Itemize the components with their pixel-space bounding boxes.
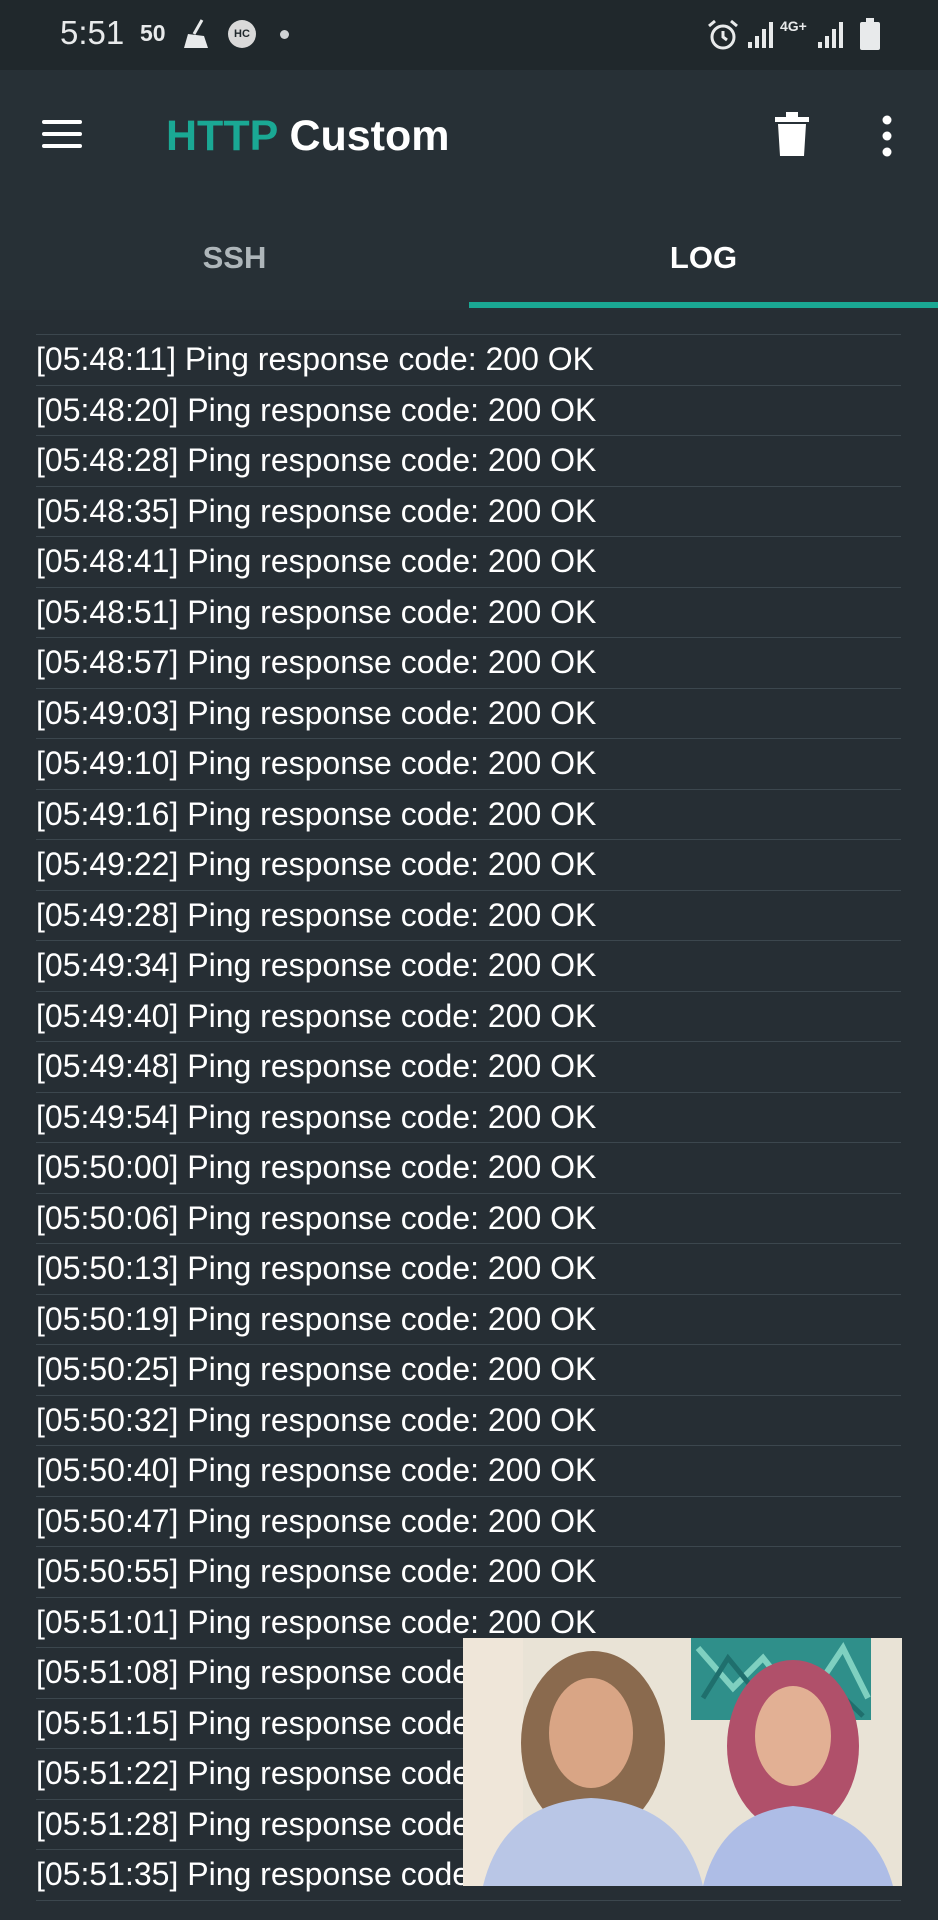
tab-log[interactable]: LOG [469,230,938,310]
active-tab-indicator [469,302,938,308]
alarm-icon [708,19,738,50]
log-row: [05:49:34] Ping response code: 200 OK [36,941,901,992]
log-row: [05:50:25] Ping response code: 200 OK [36,1345,901,1396]
log-row: [05:48:11] Ping response code: 200 OK [36,335,901,386]
network-type: 4G+ [780,18,807,34]
hc-badge-icon: HC [228,20,256,48]
log-row: [05:50:55] Ping response code: 200 OK [36,1547,901,1598]
log-row: [05:48:20] Ping response code: 200 OK [36,386,901,436]
notification-dot-icon [280,30,289,39]
log-row: [05:50:00] Ping response code: 200 OK [36,1143,901,1194]
log-row: [05:50:47] Ping response code: 200 OK [36,1497,901,1547]
log-row: [05:48:28] Ping response code: 200 OK [36,436,901,487]
signal-strength-icon [818,22,843,48]
app-title-accent: HTTP [166,112,278,160]
app-title: HTTP Custom [166,112,450,161]
app-title-rest: Custom [289,112,450,160]
status-indicator: 50 [140,20,166,46]
navigation-menu-button[interactable] [38,114,86,154]
cleaner-icon [184,19,208,48]
log-row: [05:48:35] Ping response code: 200 OK [36,487,901,537]
log-row: [05:50:19] Ping response code: 200 OK [36,1295,901,1345]
trash-icon[interactable] [772,110,812,158]
log-row: [05:48:57] Ping response code: 200 OK [36,638,901,689]
log-row: [05:49:40] Ping response code: 200 OK [36,992,901,1042]
log-row: [05:50:40] Ping response code: 200 OK [36,1446,901,1497]
log-row: [05:50:32] Ping response code: 200 OK [36,1396,901,1446]
tab-ssh[interactable]: SSH [0,230,469,310]
log-row: [05:48:51] Ping response code: 200 OK [36,588,901,638]
log-row: [05:49:54] Ping response code: 200 OK [36,1093,901,1143]
log-row: [05:49:16] Ping response code: 200 OK [36,790,901,840]
log-row: [05:49:48] Ping response code: 200 OK [36,1042,901,1093]
status-time: 5:51 [60,14,125,51]
status-bar: 5:51 50 HC 4G+ [0,0,938,70]
log-row: [05:50:06] Ping response code: 200 OK [36,1194,901,1244]
log-row: [05:50:13] Ping response code: 200 OK [36,1244,901,1295]
log-row: [05:49:03] Ping response code: 200 OK [36,689,901,739]
battery-icon [860,18,880,50]
log-row: [05:49:28] Ping response code: 200 OK [36,891,901,941]
signal-strength-icon [748,22,773,48]
log-row: [05:49:10] Ping response code: 200 OK [36,739,901,790]
log-row: [05:49:22] Ping response code: 200 OK [36,840,901,891]
video-overlay[interactable] [463,1638,902,1886]
more-vert-icon[interactable] [872,112,902,160]
log-row: [05:48:41] Ping response code: 200 OK [36,537,901,588]
log-row-partial [36,310,901,335]
